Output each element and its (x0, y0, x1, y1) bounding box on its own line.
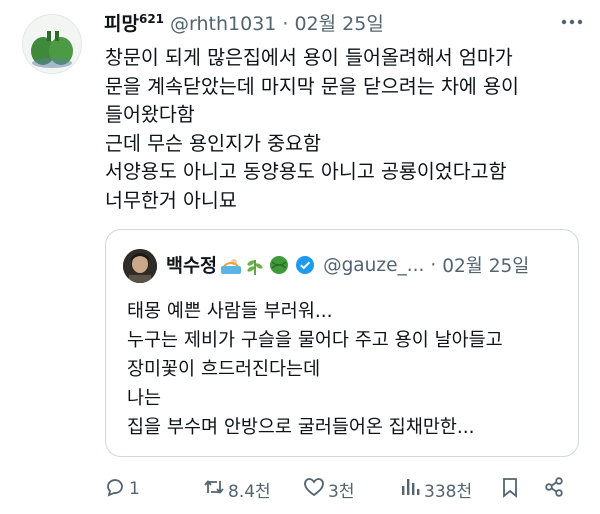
reply-button[interactable]: 1 (104, 474, 140, 504)
quote-text-line: 태몽 예쁜 사람들 부러워... (127, 301, 333, 322)
like-button[interactable]: 3천 (303, 474, 354, 504)
more-options-icon[interactable] (559, 12, 585, 32)
tweet-text-line: 서양용도 아니고 동양용도 아니고 공룡이었다고함 (105, 160, 507, 183)
reply-icon (104, 476, 129, 503)
quote-header-separator: · (430, 254, 437, 276)
swimmer-emoji (220, 254, 242, 276)
quote-text-line: 집을 부수며 안방으로 굴러들어온 집채만한... (127, 417, 475, 438)
quote-tweet-card[interactable]: 백수정 @gauze_... · 02월 25일 태몽 예쁜 사람들 부러워..… (105, 229, 579, 457)
views-button[interactable]: 338천 (399, 474, 472, 504)
herb-emoji (244, 254, 266, 276)
author-name-superscript[interactable]: 621 (139, 12, 164, 26)
like-count: 3천 (328, 481, 355, 502)
quote-author-avatar[interactable] (123, 249, 157, 283)
bookmark-icon (499, 476, 524, 503)
tweet-text-line: 들어왔다함 (105, 103, 195, 126)
tweet-text-line: 근데 무슨 용인지가 중요함 (105, 131, 321, 155)
retweet-icon (203, 476, 228, 503)
tweet-date[interactable]: 02월 25일 (294, 9, 383, 36)
tweet-text-line: 너무한거 아니묘 (105, 188, 237, 212)
tweet-text-line: 창문이 되게 많은집에서 용이 들어올려해서 엄마가 (105, 46, 513, 69)
yarn-ball-emoji (268, 254, 290, 276)
action-bar: 1 8.4천 3천 338천 (0, 474, 600, 504)
bookmark-button[interactable] (499, 474, 524, 504)
tweet-body: 창문이 되게 많은집에서 용이 들어올려해서 엄마가 문을 계속닫았는데 마지막… (105, 44, 585, 215)
share-icon (543, 476, 568, 503)
quote-text-line: 누구는 제비가 구슬을 물어다 주고 용이 날아들고 (127, 330, 503, 351)
tweet-header: 피망 621 @rhth1031 · 02월 25일 (104, 9, 384, 36)
heart-icon (303, 476, 328, 503)
share-button[interactable] (543, 474, 568, 504)
view-count: 338천 (424, 481, 473, 502)
author-display-name[interactable]: 피망 (104, 9, 139, 36)
retweet-count: 8.4천 (228, 481, 271, 502)
bar-chart-icon (399, 476, 424, 503)
tweet-text-line: 문을 계속닫았는데 마지막 문을 닫으려는 차에 용이 (105, 74, 519, 98)
quote-header: 백수정 @gauze_... · 02월 25일 (166, 252, 529, 278)
header-separator: · (282, 13, 289, 35)
quote-author-display-name[interactable]: 백수정 (166, 252, 217, 278)
verified-badge-icon (295, 255, 315, 275)
retweet-button[interactable]: 8.4천 (203, 474, 271, 504)
reply-count: 1 (129, 479, 140, 499)
author-avatar[interactable] (22, 14, 82, 74)
quote-body: 태몽 예쁜 사람들 부러워... 누구는 제비가 구슬을 물어다 주고 용이 날… (127, 297, 567, 442)
quote-text-line: 나는 (127, 388, 162, 409)
quote-date[interactable]: 02월 25일 (442, 252, 529, 278)
quote-author-handle[interactable]: @gauze_... (323, 255, 424, 276)
author-handle[interactable]: @rhth1031 (170, 13, 276, 35)
quote-text-line: 장미꽃이 흐드러진다는데 (127, 359, 321, 380)
